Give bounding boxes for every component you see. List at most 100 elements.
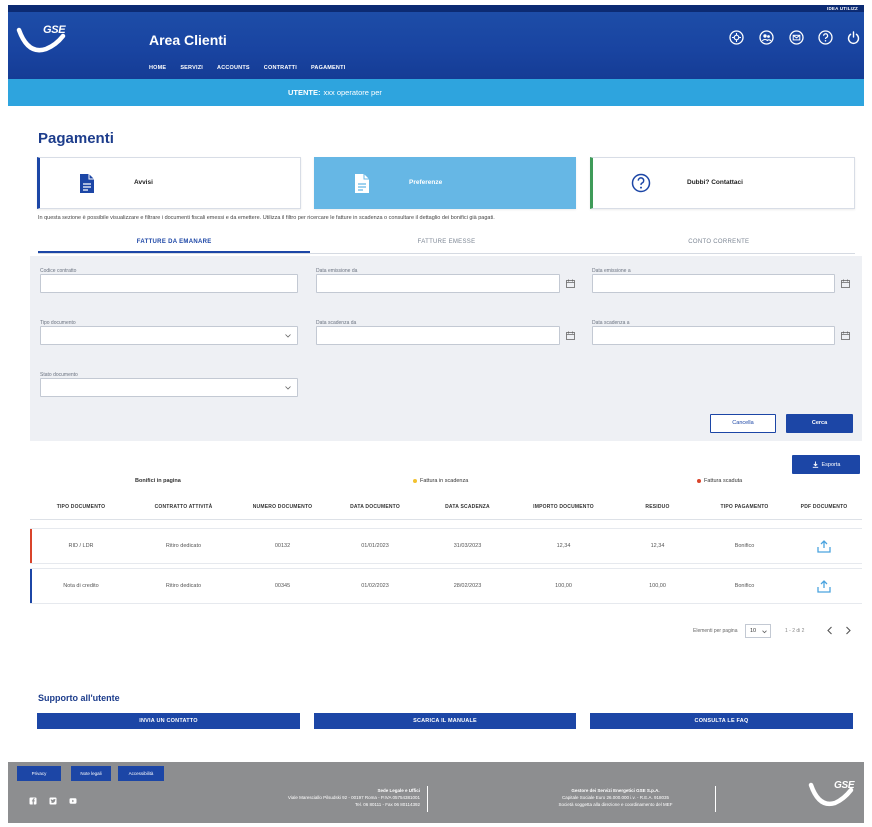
red-dot-icon — [697, 479, 701, 483]
chevron-down-icon — [285, 334, 291, 338]
footer-block-societa: Gestore dei Servizi Energetici GSE S.p.A… — [523, 787, 708, 808]
table-cell: 00345 — [274, 583, 291, 589]
top-user-link[interactable]: IDEA UTILIZZ — [827, 6, 858, 11]
calendar-icon[interactable] — [566, 279, 575, 288]
data-emissione-da-field[interactable] — [316, 274, 560, 293]
logo-text: GSE — [834, 780, 855, 791]
nav-item-servizi[interactable]: SERVIZI — [180, 65, 203, 71]
data-scadenza-da-field[interactable] — [316, 326, 560, 345]
info-text: In questa sezione è possibile visualizza… — [38, 215, 495, 221]
document-icon — [80, 174, 94, 193]
footer-text: Gestore dei Servizi Energetici GSE S.p.A… — [571, 788, 660, 793]
tab-bar: FATTURE DA EMANARE FATTURE EMESSE CONTO CO… — [38, 234, 855, 254]
footer-link-privacy[interactable]: Privacy — [17, 766, 61, 781]
table-cell: 100,00 — [649, 583, 666, 589]
main-nav: HOME SERVIZI ACCOUNTS CONTRATTI PAGAMENTI — [149, 65, 345, 71]
prev-page-icon[interactable] — [826, 626, 834, 635]
export-button[interactable]: Esporta — [792, 455, 860, 474]
table-cell: 31/03/2023 — [453, 543, 482, 549]
nav-item-pagamenti[interactable]: PAGAMENTI — [311, 65, 345, 71]
help-icon[interactable] — [818, 30, 833, 45]
table-cell: 01/01/2023 — [361, 543, 389, 549]
table-cell: RID / LDR — [68, 543, 94, 549]
export-label: Esporta — [821, 461, 841, 468]
chevron-down-icon — [285, 386, 291, 390]
download-icon — [812, 461, 818, 468]
codice-contratto-field[interactable] — [40, 274, 298, 293]
page-range: 1 - 2 di 2 — [785, 628, 805, 634]
banner-text: UTENTE: xxx operatore per — [288, 88, 382, 97]
footer-text: Sede Legale e Uffici — [377, 788, 420, 793]
tab-conto-corrente[interactable]: CONTO CORRENTE — [583, 234, 855, 253]
stato-documento-select[interactable] — [40, 378, 298, 397]
column-header-contratto-attivita: CONTRATTO ATTIVITÀ — [154, 503, 213, 510]
nav-item-contratti[interactable]: CONTRATTI — [264, 65, 297, 71]
column-header-pdf-documento: PDF DOCUMENTO — [800, 503, 848, 510]
support-contact-button[interactable]: INVIA UN CONTATTO — [37, 713, 300, 729]
per-page-value: 10 — [750, 628, 757, 634]
card-preferenze[interactable]: Preferenze — [314, 157, 576, 209]
twitter-icon[interactable] — [49, 797, 57, 805]
tipo-documento-select[interactable] — [40, 326, 298, 345]
calendar-icon[interactable] — [841, 279, 850, 288]
top-strip: IDEA UTILIZZ — [8, 5, 864, 12]
tab-fatture-da-emanare[interactable]: FATTURE DA EMANARE — [38, 234, 311, 253]
document-icon — [355, 174, 369, 193]
per-page-select[interactable]: 10 — [745, 624, 771, 638]
cancel-button[interactable]: Cancella — [710, 414, 776, 433]
calendar-icon[interactable] — [566, 331, 575, 340]
upload-icon[interactable] — [817, 539, 831, 553]
table-row: Nota di credito Ritiro dedicato 00345 01/02… — [30, 568, 862, 604]
page-title: Pagamenti — [38, 130, 114, 147]
column-header-data-scadenza: DATA SCADENZA — [445, 503, 490, 510]
card-avvisi[interactable]: Avvisi — [37, 157, 301, 209]
footer-text: Capitale Sociale Euro 26.000.000 i.v. - … — [562, 795, 669, 800]
column-header-importo-documento: IMPORTO DOCUMENTO — [533, 503, 594, 510]
data-scadenza-a-field[interactable] — [592, 326, 835, 345]
table-cell: 12,34 — [650, 543, 665, 549]
footer-link-note-legali[interactable]: Note legali — [71, 766, 111, 781]
power-icon[interactable] — [846, 30, 861, 45]
legend-in-scadenza-label: Fattura in scadenza — [420, 478, 469, 484]
search-button[interactable]: Cerca — [786, 414, 853, 433]
pdf-cell — [786, 539, 862, 553]
per-page-label: Elementi per pagina — [693, 628, 738, 634]
gse-logo[interactable]: GSE — [16, 21, 74, 59]
table-cell: 12,34 — [556, 543, 571, 549]
filter-panel: Cancella Cerca Codice contratto Data emis… — [30, 256, 862, 441]
legend-scaduta: Fattura scaduta — [697, 478, 742, 484]
card-label: Dubbi? Contattaci — [687, 179, 743, 186]
card-contattaci[interactable]: Dubbi? Contattaci — [590, 157, 855, 209]
mail-icon[interactable] — [789, 30, 804, 45]
pdf-cell — [786, 579, 862, 593]
column-header-residuo: RESIDUO — [645, 503, 670, 510]
footer-text: Tel. 06 80111 - Fax 06 80114392 — [354, 802, 420, 807]
support-manual-button[interactable]: SCARICA IL MANUALE — [314, 713, 576, 729]
table-cell: 100,00 — [555, 583, 572, 589]
users-icon[interactable] — [759, 30, 774, 45]
settings-icon[interactable] — [729, 30, 744, 45]
table-header: TIPO DOCUMENTO CONTRATTO ATTIVITÀ NUMERO D… — [30, 494, 862, 520]
tab-fatture-emesse[interactable]: FATTURE EMESSE — [310, 234, 582, 253]
app-title: Area Clienti — [149, 32, 227, 48]
column-header-data-documento: DATA DOCUMENTO — [350, 503, 400, 510]
yellow-dot-icon — [413, 479, 417, 483]
data-emissione-a-field[interactable] — [592, 274, 835, 293]
banner-label: UTENTE: — [288, 88, 321, 97]
next-page-icon[interactable] — [844, 626, 852, 635]
nav-item-home[interactable]: HOME — [149, 65, 166, 71]
calendar-icon[interactable] — [841, 331, 850, 340]
upload-icon[interactable] — [817, 579, 831, 593]
card-label: Preferenze — [409, 179, 443, 186]
nav-item-accounts[interactable]: ACCOUNTS — [217, 65, 250, 71]
footer-text: Società soggetta alla direzione e coordi… — [558, 802, 673, 807]
legend-scaduta-label: Fattura scaduta — [704, 478, 743, 484]
youtube-icon[interactable] — [69, 797, 77, 805]
facebook-icon[interactable] — [29, 797, 37, 805]
question-icon — [631, 173, 651, 193]
logo-text: GSE — [43, 24, 66, 36]
support-faq-button[interactable]: CONSULTA LE FAQ — [590, 713, 853, 729]
table-cell: 00132 — [274, 543, 291, 549]
footer-link-accessibilita[interactable]: Accessibilità — [118, 766, 164, 781]
table-cell: Ritiro dedicato — [165, 543, 202, 549]
